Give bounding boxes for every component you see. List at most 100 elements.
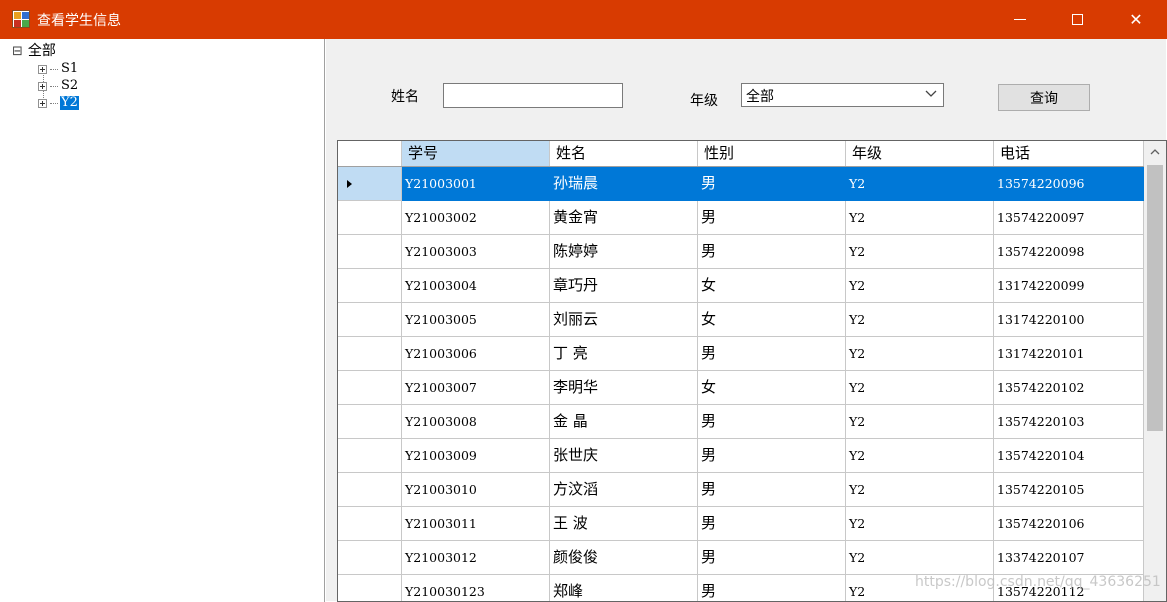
table-row[interactable]: Y21003012 颜俊俊男 Y2 13374220107 xyxy=(338,541,1144,575)
table-cell[interactable]: 黄金宵 xyxy=(550,201,698,235)
query-button[interactable]: 查询 xyxy=(998,84,1090,111)
table-cell[interactable]: 男 xyxy=(698,507,846,541)
table-cell[interactable]: 男 xyxy=(698,337,846,371)
table-cell[interactable]: 女 xyxy=(698,269,846,303)
table-cell[interactable]: Y2 xyxy=(846,541,994,575)
scroll-up-icon[interactable] xyxy=(1144,141,1166,163)
table-cell[interactable]: 13174220099 xyxy=(994,269,1144,303)
table-cell[interactable]: 13574220098 xyxy=(994,235,1144,269)
table-cell[interactable]: 张世庆 xyxy=(550,439,698,473)
row-header[interactable] xyxy=(338,541,402,575)
table-cell[interactable]: Y2 xyxy=(846,337,994,371)
table-cell[interactable]: 金 晶 xyxy=(550,405,698,439)
row-header[interactable] xyxy=(338,235,402,269)
table-cell[interactable]: 13374220107 xyxy=(994,541,1144,575)
row-header[interactable] xyxy=(338,473,402,507)
table-cell[interactable]: 13174220101 xyxy=(994,337,1144,371)
table-cell[interactable]: 女 xyxy=(698,303,846,337)
maximize-button[interactable] xyxy=(1054,0,1100,39)
table-cell[interactable]: 丁 亮 xyxy=(550,337,698,371)
grade-dropdown[interactable]: 全部 xyxy=(741,83,944,107)
table-row[interactable]: Y21003010 方汶滔男 Y2 13574220105 xyxy=(338,473,1144,507)
table-cell[interactable]: 郑峰 xyxy=(550,575,698,601)
tree-node-root[interactable]: ⊟ 全部 xyxy=(12,43,57,59)
row-header[interactable] xyxy=(338,575,402,601)
table-cell[interactable]: Y2 xyxy=(846,235,994,269)
table-cell[interactable]: 13174220100 xyxy=(994,303,1144,337)
row-header[interactable] xyxy=(338,507,402,541)
table-cell[interactable]: Y21003012 xyxy=(402,541,550,575)
table-row[interactable]: Y21003009 张世庆男 Y2 13574220104 xyxy=(338,439,1144,473)
tree-node-s2[interactable]: S2 xyxy=(38,78,79,94)
table-row[interactable]: Y21003003 陈婷婷男 Y2 13574220098 xyxy=(338,235,1144,269)
column-header[interactable]: 姓名 xyxy=(550,141,698,166)
table-cell[interactable]: Y2 xyxy=(846,439,994,473)
table-cell[interactable]: 刘丽云 xyxy=(550,303,698,337)
class-tree[interactable]: ⊟ 全部 S1 S2 Y2 xyxy=(1,39,325,602)
table-row[interactable]: Y21003011 王 波男 Y2 13574220106 xyxy=(338,507,1144,541)
row-header[interactable] xyxy=(338,439,402,473)
table-cell[interactable]: Y2 xyxy=(846,303,994,337)
table-cell[interactable]: 王 波 xyxy=(550,507,698,541)
table-cell[interactable]: 方汶滔 xyxy=(550,473,698,507)
table-row[interactable]: Y21003007 李明华女 Y2 13574220102 xyxy=(338,371,1144,405)
table-cell[interactable]: 男 xyxy=(698,235,846,269)
table-cell[interactable]: 男 xyxy=(698,473,846,507)
app-form-icon[interactable] xyxy=(12,10,30,28)
table-cell[interactable]: 13574220104 xyxy=(994,439,1144,473)
table-cell[interactable]: Y2 xyxy=(846,371,994,405)
column-header[interactable]: 学号 xyxy=(402,141,550,166)
row-header[interactable] xyxy=(338,269,402,303)
table-row[interactable]: Y21003001 孙瑞晨男 Y2 13574220096 xyxy=(338,167,1144,201)
collapse-icon[interactable]: ⊟ xyxy=(12,44,23,59)
column-header[interactable]: 年级 xyxy=(846,141,994,166)
table-cell[interactable]: Y21003001 xyxy=(402,167,550,201)
table-cell[interactable]: 男 xyxy=(698,439,846,473)
row-header[interactable] xyxy=(338,405,402,439)
table-cell[interactable]: 13574220105 xyxy=(994,473,1144,507)
table-cell[interactable]: 男 xyxy=(698,201,846,235)
table-cell[interactable]: Y21003009 xyxy=(402,439,550,473)
close-button[interactable]: ✕ xyxy=(1113,0,1159,39)
table-cell[interactable]: 男 xyxy=(698,167,846,201)
table-row[interactable]: Y21003004 章巧丹女 Y2 13174220099 xyxy=(338,269,1144,303)
table-cell[interactable]: Y21003006 xyxy=(402,337,550,371)
row-header[interactable] xyxy=(338,371,402,405)
table-cell[interactable]: Y210030123 xyxy=(402,575,550,601)
name-input[interactable] xyxy=(443,83,623,108)
expand-icon[interactable] xyxy=(38,64,47,74)
table-cell[interactable]: Y2 xyxy=(846,269,994,303)
table-cell[interactable]: 颜俊俊 xyxy=(550,541,698,575)
student-grid[interactable]: 学号 姓名 性别 年级 电话 Y21003001 孙瑞晨男 Y2 1357422009… xyxy=(337,140,1167,602)
expand-icon[interactable] xyxy=(38,98,47,108)
table-cell[interactable]: Y21003007 xyxy=(402,371,550,405)
column-header[interactable]: 性别 xyxy=(698,141,846,166)
table-cell[interactable]: 女 xyxy=(698,371,846,405)
table-cell[interactable]: 13574220097 xyxy=(994,201,1144,235)
row-header[interactable] xyxy=(338,337,402,371)
table-cell[interactable]: Y2 xyxy=(846,473,994,507)
table-cell[interactable]: Y21003011 xyxy=(402,507,550,541)
table-cell[interactable]: Y2 xyxy=(846,507,994,541)
expand-icon[interactable] xyxy=(38,81,47,91)
table-row[interactable]: Y21003002 黄金宵男 Y2 13574220097 xyxy=(338,201,1144,235)
row-header[interactable] xyxy=(338,167,402,201)
table-cell[interactable]: Y21003005 xyxy=(402,303,550,337)
table-cell[interactable]: 章巧丹 xyxy=(550,269,698,303)
table-row[interactable]: Y21003008 金 晶男 Y2 13574220103 xyxy=(338,405,1144,439)
table-cell[interactable]: 李明华 xyxy=(550,371,698,405)
table-cell[interactable]: Y2 xyxy=(846,405,994,439)
table-cell[interactable]: 男 xyxy=(698,405,846,439)
table-cell[interactable]: Y21003002 xyxy=(402,201,550,235)
row-header[interactable] xyxy=(338,303,402,337)
table-cell[interactable]: Y2 xyxy=(846,167,994,201)
tree-node-s1[interactable]: S1 xyxy=(38,61,79,77)
vertical-scrollbar[interactable] xyxy=(1144,141,1166,601)
table-cell[interactable]: Y2 xyxy=(846,201,994,235)
table-cell[interactable]: 13574220102 xyxy=(994,371,1144,405)
column-header[interactable]: 电话 xyxy=(994,141,1144,166)
table-cell[interactable]: 陈婷婷 xyxy=(550,235,698,269)
table-cell[interactable]: 男 xyxy=(698,575,846,601)
table-cell[interactable]: 13574220103 xyxy=(994,405,1144,439)
row-header[interactable] xyxy=(338,201,402,235)
